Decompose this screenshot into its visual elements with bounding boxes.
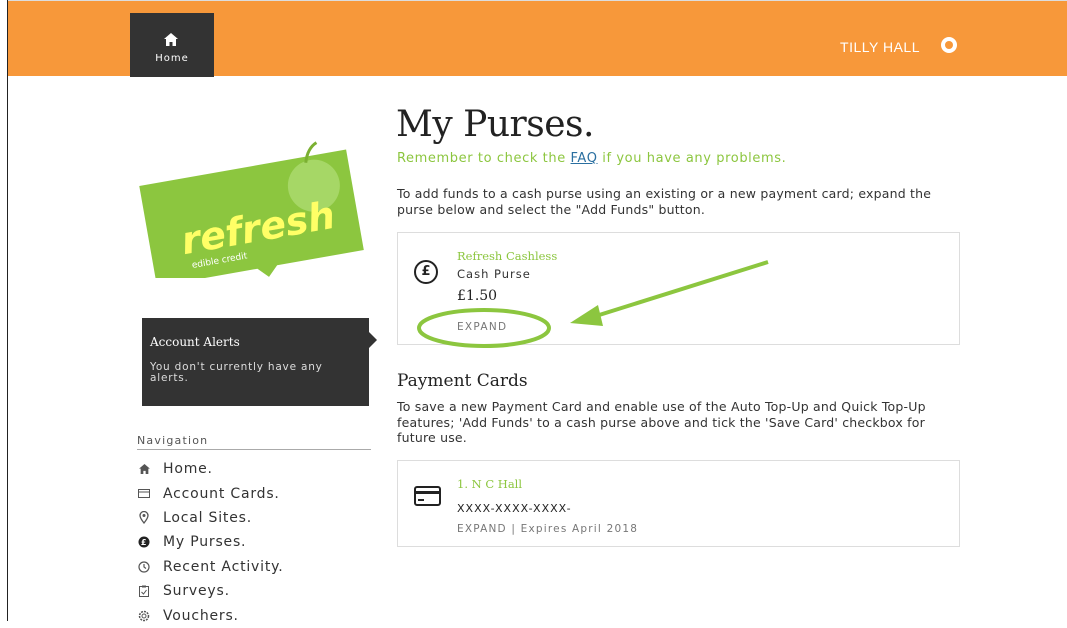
top-bar: Home TILLY HALL [8, 1, 1067, 77]
credit-card-icon [414, 486, 441, 510]
payment-card-item[interactable]: 1. N C Hall XXXX-XXXX-XXXX- EXPAND | Exp… [397, 460, 960, 547]
nav-item-label: Local Sites. [163, 509, 252, 526]
payment-cards-description: To save a new Payment Card and enable us… [397, 399, 926, 445]
voucher-icon [137, 610, 151, 622]
add-funds-instructions: To add funds to a cash purse using an ex… [397, 186, 932, 217]
nav-item-account-cards[interactable]: Account Cards. [137, 481, 283, 505]
navigation-divider [137, 449, 371, 450]
purse-type: Cash Purse [457, 267, 531, 281]
page-subtitle: Remember to check the FAQ if you have an… [397, 151, 786, 166]
nav-item-local-sites[interactable]: Local Sites. [137, 506, 283, 530]
alerts-pointer [369, 332, 377, 348]
alerts-title: Account Alerts [150, 335, 240, 349]
nav-item-label: Recent Activity. [163, 558, 284, 575]
nav-item-surveys[interactable]: Surveys. [137, 579, 283, 603]
page-title: My Purses. [396, 104, 594, 145]
nav-item-label: Account Cards. [163, 485, 280, 502]
payment-card-expiry: Expires April 2018 [520, 523, 639, 535]
purse-card[interactable]: £ Refresh Cashless Cash Purse £1.50 EXPA… [397, 232, 960, 345]
subtitle-text: if you have any problems. [597, 151, 787, 166]
payment-card-name: 1. N C Hall [457, 477, 523, 491]
meta-separator: | [511, 523, 517, 535]
clock-icon [137, 561, 151, 573]
home-tab-label: Home [155, 53, 189, 64]
clipboard-icon [137, 585, 151, 598]
payment-card-number: XXXX-XXXX-XXXX- [457, 502, 572, 515]
nav-item-vouchers[interactable]: Vouchers. [137, 603, 283, 627]
card-icon [137, 489, 151, 499]
nav-item-label: Home. [163, 461, 213, 478]
nav-item-label: Vouchers. [163, 607, 239, 624]
payment-card-meta: EXPAND | Expires April 2018 [457, 523, 638, 535]
home-icon [164, 31, 178, 50]
payment-cards-heading: Payment Cards [397, 371, 528, 391]
navigation-list: Home. Account Cards. Local Sites. £ My P… [137, 457, 283, 628]
purse-balance: £1.50 [457, 288, 498, 304]
nav-item-my-purses[interactable]: £ My Purses. [137, 530, 283, 554]
location-pin-icon [137, 511, 151, 525]
user-name[interactable]: TILLY HALL [840, 39, 920, 55]
purse-name: Refresh Cashless [457, 249, 558, 263]
nav-item-recent-activity[interactable]: Recent Activity. [137, 555, 283, 579]
window-left-border [7, 0, 8, 621]
faq-link[interactable]: FAQ [571, 151, 598, 166]
navigation-heading: Navigation [137, 434, 209, 447]
pound-coin-icon: £ [414, 260, 438, 284]
subtitle-text: Remember to check the [397, 151, 571, 166]
home-tab[interactable]: Home [130, 13, 214, 77]
nav-item-label: Surveys. [163, 583, 230, 600]
user-menu-icon[interactable] [940, 36, 958, 54]
refresh-card-logo: refresh edible credit [136, 128, 376, 287]
pound-coin-icon: £ [137, 536, 151, 548]
alerts-message: You don't currently have any alerts. [150, 361, 323, 384]
payment-card-expand-button[interactable]: EXPAND [457, 523, 507, 535]
nav-item-home[interactable]: Home. [137, 457, 283, 481]
purse-expand-button[interactable]: EXPAND [457, 321, 507, 333]
home-icon [137, 464, 151, 475]
svg-text:£: £ [141, 538, 147, 547]
account-alerts-panel: Account Alerts You don't currently have … [142, 318, 377, 406]
nav-item-label: My Purses. [163, 534, 247, 551]
